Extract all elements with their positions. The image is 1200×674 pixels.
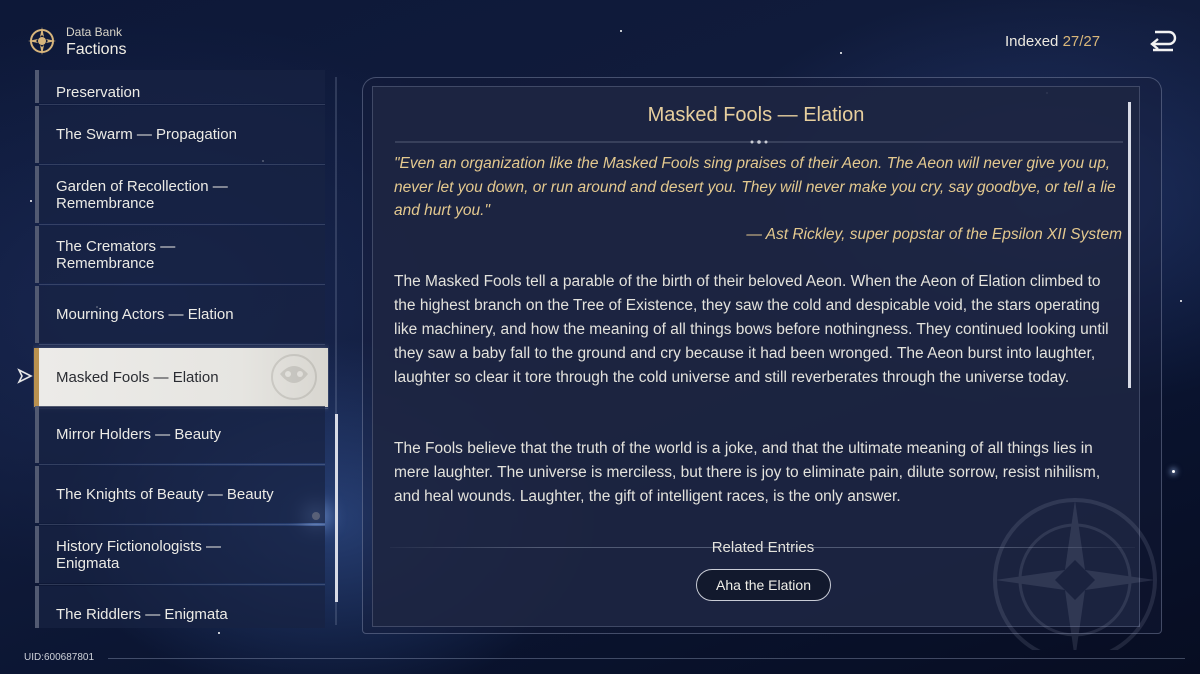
- uid-label: UID:600687801: [24, 652, 95, 663]
- faction-list[interactable]: Preservation The Swarm — Propagation Gar…: [33, 70, 329, 628]
- quote-attribution: — Ast Rickley, super popstar of the Epsi…: [746, 226, 1122, 243]
- faction-item-the-riddlers[interactable]: The Riddlers — Enigmata: [35, 586, 325, 628]
- faction-item-garden-of-recollection[interactable]: Garden of Recollection — Remembrance: [35, 166, 325, 225]
- return-arrow-icon: [1150, 30, 1177, 52]
- entry-title: Masked Fools — Elation: [647, 104, 865, 126]
- back-button[interactable]: [1147, 26, 1179, 56]
- faction-label: History Fictionologists — Enigmata: [56, 537, 222, 572]
- sidebar-scrollbar-thumb[interactable]: [335, 414, 338, 602]
- faction-label: Preservation: [56, 84, 141, 101]
- indexed-counter: Indexed 27/27: [1005, 33, 1100, 50]
- breadcrumb-section: Data Bank: [66, 25, 123, 39]
- masked-fools-emblem-icon: [271, 354, 317, 400]
- related-entries-heading: Related Entries: [711, 539, 815, 556]
- related-entry-button[interactable]: Aha the Elation: [696, 569, 831, 601]
- indexed-label: Indexed: [1005, 33, 1059, 50]
- faction-item-preservation[interactable]: Preservation: [35, 70, 325, 105]
- page-title: Factions: [66, 41, 127, 58]
- faction-label: Mirror Holders — Beauty: [56, 426, 222, 443]
- faction-label: Garden of Recollection — Remembrance: [56, 177, 228, 212]
- faction-item-masked-fools[interactable]: Masked Fools — Elation: [34, 348, 328, 409]
- faction-item-the-cremators[interactable]: The Cremators — Remembrance: [35, 226, 325, 285]
- faction-item-history-fictionologists[interactable]: History Fictionologists — Enigmata: [35, 526, 325, 585]
- entry-paragraph: The Fools believe that the truth of the …: [394, 440, 1101, 505]
- faction-label: The Riddlers — Enigmata: [56, 606, 228, 623]
- indexed-count: 27/27: [1062, 33, 1101, 50]
- top-bar: Data Bank Factions Indexed 27/27: [0, 0, 1200, 72]
- faction-item-knights-of-beauty[interactable]: The Knights of Beauty — Beauty: [35, 466, 325, 525]
- title-divider: [395, 140, 1123, 144]
- entry-scrollbar-thumb[interactable]: [1128, 102, 1131, 388]
- faction-item-mourning-actors[interactable]: Mourning Actors — Elation: [35, 286, 325, 345]
- footer-divider: [108, 658, 1185, 659]
- faction-label: The Swarm — Propagation: [56, 126, 237, 143]
- faction-label: The Knights of Beauty — Beauty: [56, 486, 274, 503]
- entry-paragraph: The Masked Fools tell a parable of the b…: [394, 273, 1109, 386]
- faction-item-mirror-holders[interactable]: Mirror Holders — Beauty: [35, 406, 325, 465]
- entry-quote: "Even an organization like the Masked Fo…: [394, 155, 1116, 219]
- faction-label: Masked Fools — Elation: [56, 369, 219, 386]
- faction-label: Mourning Actors — Elation: [56, 306, 234, 323]
- cursor-arrow-icon: [17, 368, 33, 384]
- related-entry-label: Aha the Elation: [716, 577, 811, 593]
- compass-emblem-icon: [28, 27, 56, 55]
- faction-label: The Cremators — Remembrance: [56, 237, 176, 272]
- faction-item-the-swarm[interactable]: The Swarm — Propagation: [35, 106, 325, 165]
